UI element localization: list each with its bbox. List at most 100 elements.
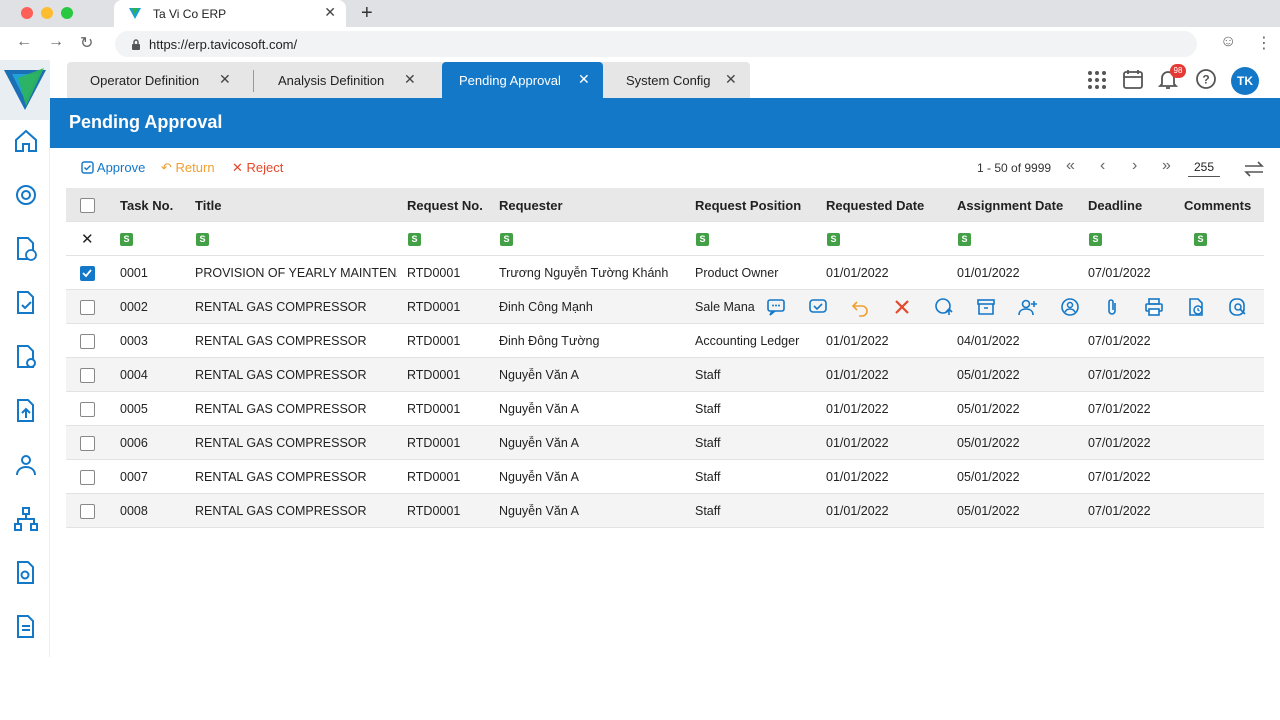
return-button[interactable]: ↶ Return [161,160,215,176]
print-icon[interactable] [1144,297,1164,317]
cell-assignment-date: 05/01/2022 [957,470,1020,484]
col-requested-date[interactable]: Requested Date [826,198,924,213]
browser-menu-icon[interactable]: ⋮ [1256,33,1272,53]
filter-badge[interactable]: S [196,233,209,246]
col-request-no[interactable]: Request No. [407,198,483,213]
first-page-icon[interactable]: « [1066,157,1075,175]
last-page-icon[interactable]: » [1162,157,1171,175]
col-request-position[interactable]: Request Position [695,198,801,213]
profile-icon[interactable]: ☺ [1220,33,1236,51]
document-icon[interactable] [13,614,39,640]
close-icon[interactable]: ✕ [404,71,416,88]
doc-clock-icon[interactable] [13,236,39,262]
tab-operator-definition[interactable]: Operator Definition ✕ [67,62,253,98]
calendar-icon[interactable] [1123,68,1143,90]
home-icon[interactable] [13,128,39,154]
cell-assignment-date: 01/01/2022 [957,266,1020,280]
reject-button[interactable]: ✕ Reject [232,160,283,176]
filter-badge[interactable]: S [958,233,971,246]
page-size-input[interactable]: 255 [1188,160,1220,177]
row-checkbox[interactable] [80,300,95,315]
url-field[interactable]: https://erp.tavicosoft.com/ [115,31,1197,57]
cell-requested-date: 01/01/2022 [826,470,889,484]
cell-title: RENTAL GAS COMPRESSOR [195,504,367,518]
filter-badge[interactable]: S [120,233,133,246]
tab-system-config[interactable]: System Config ✕ [603,62,750,98]
avatar[interactable]: TK [1231,67,1259,95]
reload-icon[interactable]: ↻ [80,33,93,53]
col-deadline[interactable]: Deadline [1088,198,1142,213]
doc-upload-icon[interactable] [13,398,39,424]
org-chart-icon[interactable] [13,506,39,532]
reassign-icon[interactable] [1060,297,1080,317]
refresh-swap-icon[interactable] [1243,160,1265,178]
archive-icon[interactable] [976,297,996,317]
row-checkbox[interactable] [80,334,95,349]
cell-assignment-date: 05/01/2022 [957,504,1020,518]
maximize-window-icon[interactable] [61,7,73,19]
users-icon[interactable] [13,452,39,478]
filter-badge[interactable]: S [500,233,513,246]
row-checkbox[interactable] [80,266,95,281]
table-row[interactable]: 0002 RENTAL GAS COMPRESSOR RTD0001 Đinh Côn… [66,290,1264,324]
forward-icon[interactable] [934,297,954,317]
row-checkbox[interactable] [80,436,95,451]
close-window-icon[interactable] [21,7,33,19]
col-comments[interactable]: Comments [1184,198,1251,213]
doc-gear-icon[interactable] [13,344,39,370]
approve-button[interactable]: Approve [81,160,145,175]
new-tab-icon[interactable]: + [361,2,373,25]
col-requester[interactable]: Requester [499,198,563,213]
row-checkbox[interactable] [80,368,95,383]
reject-icon[interactable] [892,297,912,317]
add-user-icon[interactable] [1018,297,1038,317]
col-assignment-date[interactable]: Assignment Date [957,198,1063,213]
approve-icon[interactable] [808,297,828,317]
col-task-no[interactable]: Task No. [120,198,173,213]
tab-pending-approval[interactable]: Pending Approval ✕ [442,62,603,98]
close-icon[interactable]: ✕ [219,71,231,88]
cell-task-no: 0004 [120,368,148,382]
close-icon[interactable]: ✕ [578,71,590,88]
filter-badge[interactable]: S [827,233,840,246]
table-row[interactable]: 0008 RENTAL GAS COMPRESSOR RTD0001 Nguyễn V… [66,494,1264,528]
next-page-icon[interactable]: › [1132,157,1137,175]
attachment-icon[interactable] [1102,297,1122,317]
table-row[interactable]: 0005 RENTAL GAS COMPRESSOR RTD0001 Nguyễn V… [66,392,1264,426]
apps-grid-icon[interactable] [1087,68,1107,90]
tab-analysis-definition[interactable]: Analysis Definition ✕ [254,62,442,98]
comment-icon[interactable] [766,297,786,317]
doc-search-icon[interactable] [13,560,39,586]
row-checkbox[interactable] [80,402,95,417]
table-row[interactable]: 0007 RENTAL GAS COMPRESSOR RTD0001 Nguyễn V… [66,460,1264,494]
history-icon[interactable] [1186,297,1206,317]
cell-request-position: Staff [695,436,721,450]
table-row[interactable]: 0003 RENTAL GAS COMPRESSOR RTD0001 Đinh Đôn… [66,324,1264,358]
filter-badge[interactable]: S [408,233,421,246]
col-title[interactable]: Title [195,198,222,213]
search-doc-icon[interactable] [1228,297,1248,317]
row-checkbox[interactable] [80,504,95,519]
browser-tab[interactable]: Ta Vi Co ERP ✕ [114,0,346,27]
help-icon[interactable]: ? [1195,68,1217,90]
cell-title: RENTAL GAS COMPRESSOR [195,470,367,484]
return-icon[interactable] [850,297,870,317]
back-icon[interactable]: ← [16,33,32,51]
table-row[interactable]: 0004 RENTAL GAS COMPRESSOR RTD0001 Nguyễn V… [66,358,1264,392]
minimize-window-icon[interactable] [41,7,53,19]
table-row[interactable]: 0006 RENTAL GAS COMPRESSOR RTD0001 Nguyễn V… [66,426,1264,460]
doc-check-icon[interactable] [13,290,39,316]
close-tab-icon[interactable]: ✕ [324,4,336,21]
settings-icon[interactable] [13,182,39,208]
prev-page-icon[interactable]: ‹ [1100,157,1105,175]
select-all-checkbox[interactable] [80,198,95,213]
app-logo[interactable] [0,60,50,120]
filter-badge[interactable]: S [1089,233,1102,246]
row-checkbox[interactable] [80,470,95,485]
close-icon[interactable]: ✕ [725,71,737,88]
table-row[interactable]: 0001 PROVISION OF YEARLY MAINTENAN RTD0001… [66,256,1264,290]
forward-icon[interactable]: → [48,33,64,51]
filter-badge[interactable]: S [1194,233,1207,246]
clear-filter-icon[interactable]: ✕ [81,230,94,248]
filter-badge[interactable]: S [696,233,709,246]
